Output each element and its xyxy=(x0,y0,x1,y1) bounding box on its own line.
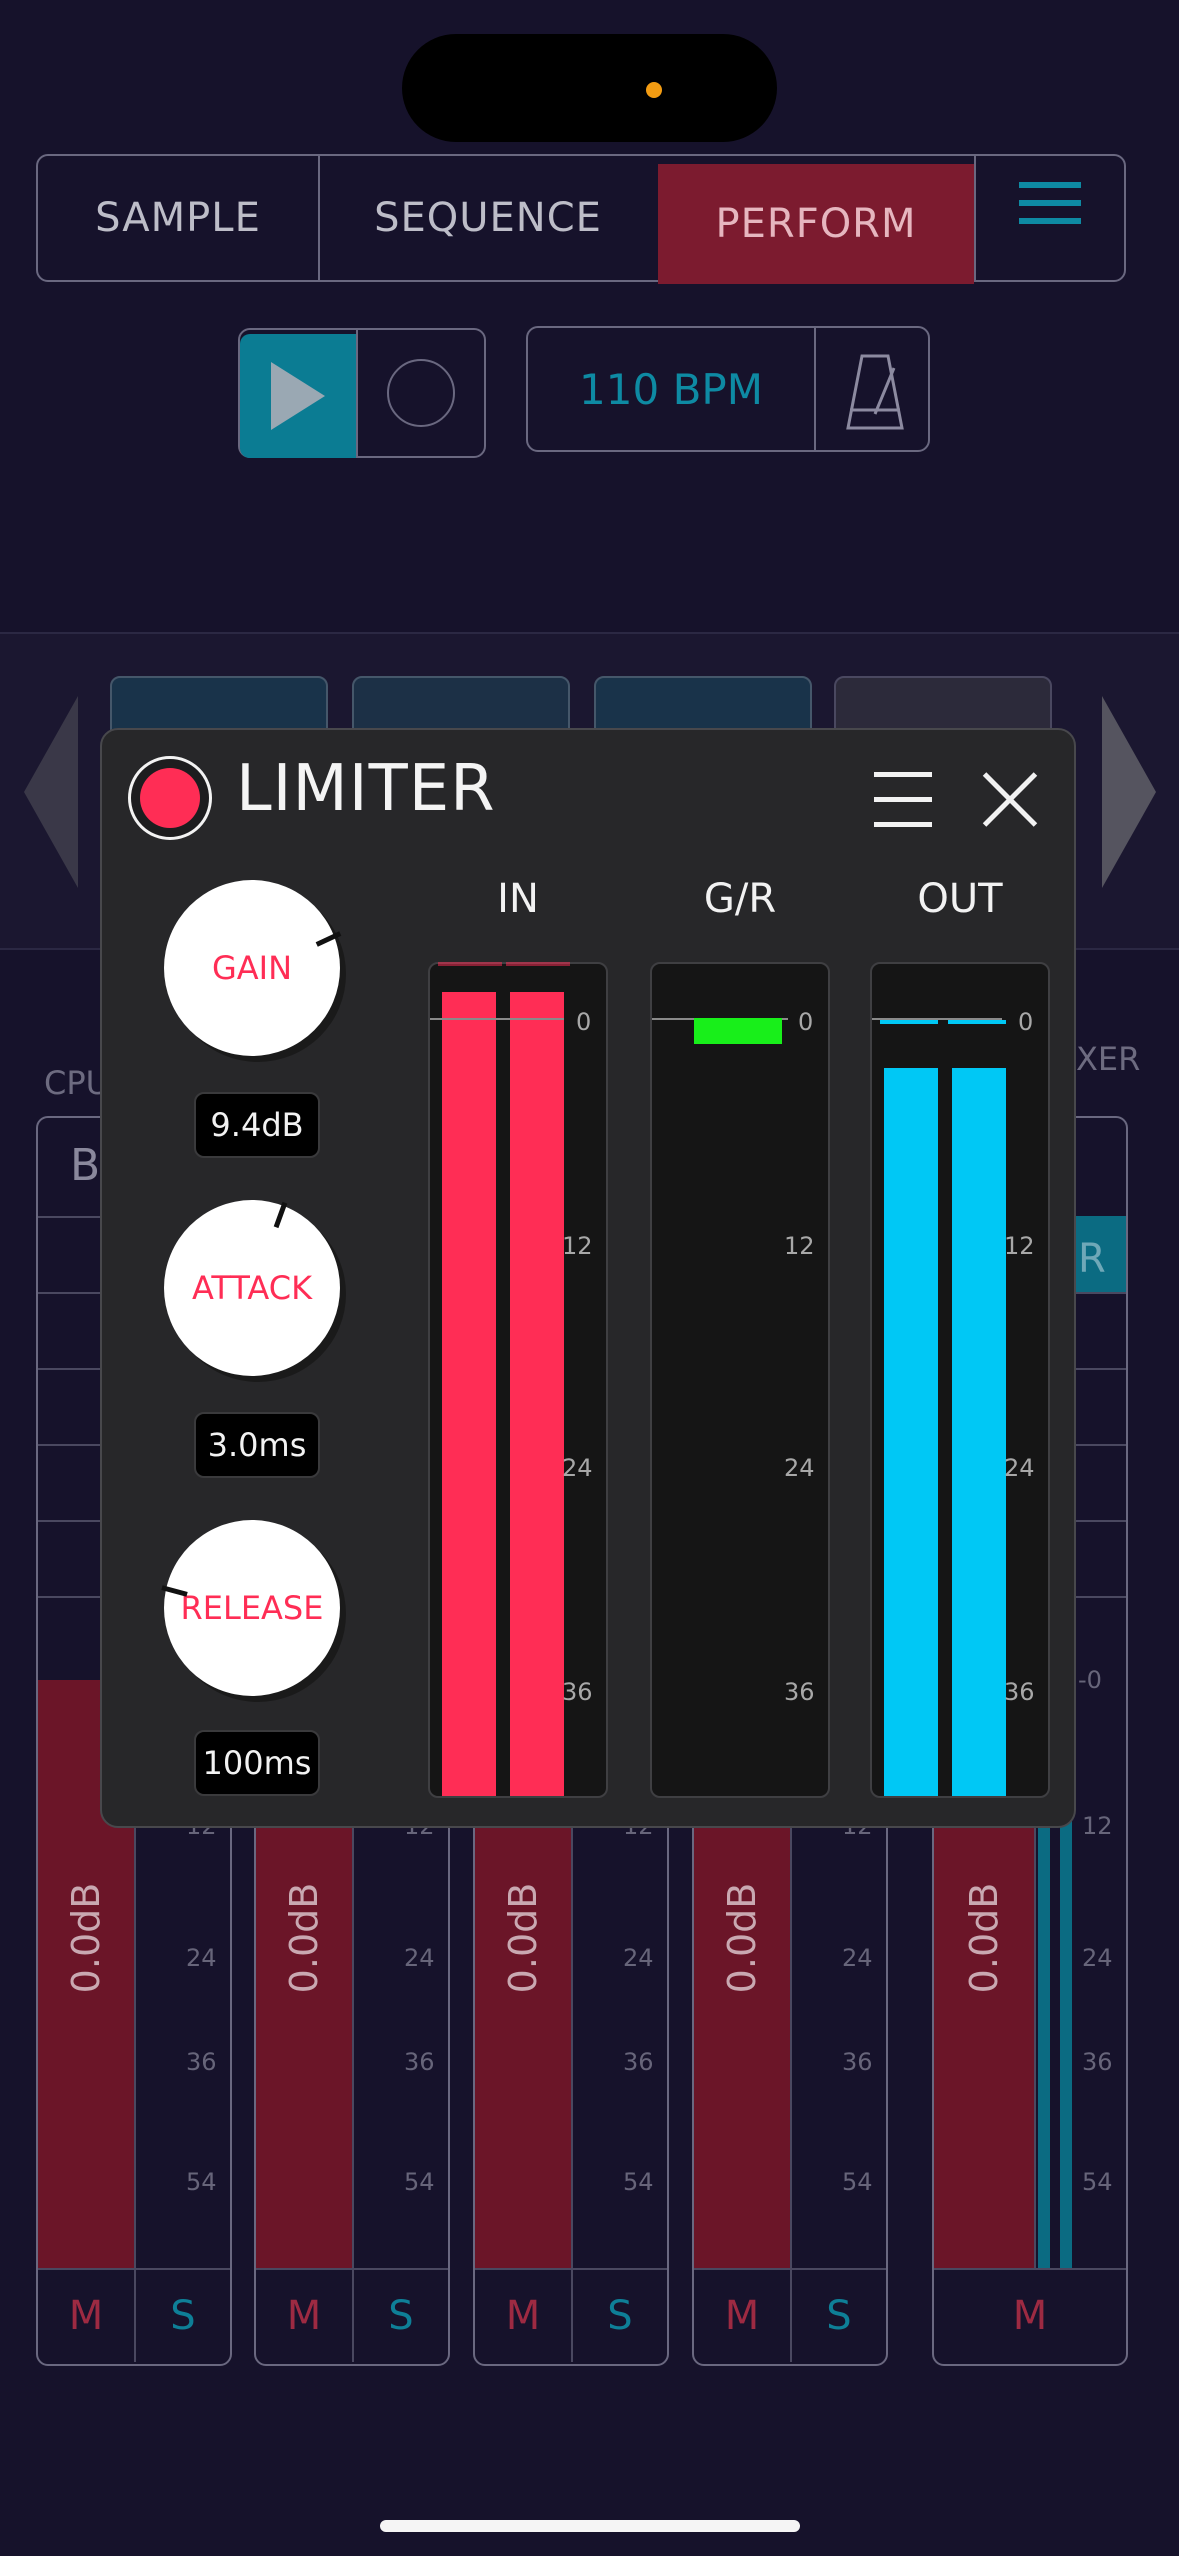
release-value[interactable]: 100ms xyxy=(194,1730,320,1796)
solo-button[interactable]: S xyxy=(573,2270,667,2362)
meter-tick-label: 24 xyxy=(784,1454,815,1482)
input-level-right xyxy=(510,992,564,1796)
level-tick-label: 54 xyxy=(623,2168,654,2196)
power-on-icon xyxy=(140,768,200,828)
level-tick-label: 12 xyxy=(1082,1812,1113,1840)
meter-label-gr: G/R xyxy=(703,876,777,922)
level-tick-label: 24 xyxy=(1082,1944,1113,1972)
meter-tick-label: 0 xyxy=(576,1008,592,1036)
gain-knob[interactable]: GAIN xyxy=(164,880,340,1056)
hamburger-menu-icon[interactable] xyxy=(976,170,1124,270)
mute-button[interactable]: M xyxy=(38,2270,134,2362)
mute-button[interactable]: M xyxy=(256,2270,352,2362)
level-tick-label: 24 xyxy=(623,1944,654,1972)
level-tick-label: 54 xyxy=(1082,2168,1113,2196)
play-button[interactable] xyxy=(240,334,356,458)
meter-tick-label: 24 xyxy=(562,1454,593,1482)
gain-reduction-level xyxy=(694,1018,782,1044)
meter-label-out: OUT xyxy=(917,876,1003,922)
record-icon xyxy=(387,359,455,427)
channel-volume-value: 0.0dB xyxy=(962,1882,1006,1994)
level-tick-label: -0 xyxy=(1078,1666,1102,1694)
meter-tick-label: 0 xyxy=(1018,1008,1034,1036)
level-tick-label: 24 xyxy=(186,1944,217,1972)
level-tick-label: 36 xyxy=(623,2048,654,2076)
meter-tick-label: 24 xyxy=(1004,1454,1035,1482)
prev-page-arrow-icon[interactable] xyxy=(24,696,78,888)
next-page-arrow-icon[interactable] xyxy=(1102,696,1156,888)
meter-tick-label: 12 xyxy=(784,1232,815,1260)
solo-button[interactable]: S xyxy=(354,2270,448,2362)
output-level-left xyxy=(884,1068,938,1796)
knob-label: ATTACK xyxy=(191,1269,313,1307)
level-tick-label: 24 xyxy=(842,1944,873,1972)
solo-button[interactable]: S xyxy=(136,2270,230,2362)
output-level-right xyxy=(952,1068,1006,1796)
release-knob[interactable]: RELEASE xyxy=(164,1520,340,1696)
metronome-icon[interactable] xyxy=(836,348,914,434)
level-tick-label: 54 xyxy=(186,2168,217,2196)
meter-tick-label: 0 xyxy=(798,1008,814,1036)
output-peak-hold xyxy=(948,1020,1006,1024)
bpm-display[interactable]: 110 BPM xyxy=(528,328,814,450)
level-tick-label: 54 xyxy=(404,2168,435,2196)
mute-button[interactable]: M xyxy=(694,2270,790,2362)
input-peak-hold xyxy=(438,962,502,966)
channel-volume-value: 0.0dB xyxy=(64,1882,108,1994)
gain-reduction-meter xyxy=(650,962,830,1798)
output-peak-hold xyxy=(880,1020,938,1024)
knob-label: GAIN xyxy=(211,949,293,987)
meter-tick-label: 12 xyxy=(1004,1232,1035,1260)
input-peak-hold xyxy=(506,962,570,966)
meter-tick-label: 36 xyxy=(562,1678,593,1706)
zero-db-line xyxy=(430,1018,564,1020)
input-level-left xyxy=(442,992,496,1796)
close-icon[interactable] xyxy=(980,770,1040,830)
dialog-title: LIMITER xyxy=(236,752,496,826)
solo-button[interactable]: S xyxy=(792,2270,886,2362)
play-icon xyxy=(271,362,325,430)
master-label-partial: R xyxy=(1078,1236,1106,1282)
channel-volume-value: 0.0dB xyxy=(501,1882,545,1994)
knob-label: RELEASE xyxy=(180,1589,324,1627)
tab-sample[interactable]: SAMPLE xyxy=(38,154,318,282)
attack-value[interactable]: 3.0ms xyxy=(194,1412,320,1478)
meter-tick-label: 36 xyxy=(1004,1678,1035,1706)
level-tick-label: 24 xyxy=(404,1944,435,1972)
meter-label-in: IN xyxy=(497,876,539,922)
meter-tick-label: 36 xyxy=(784,1678,815,1706)
level-tick-label: 36 xyxy=(1082,2048,1113,2076)
attack-knob[interactable]: ATTACK xyxy=(164,1200,340,1376)
tab-sequence[interactable]: SEQUENCE xyxy=(320,154,656,282)
mixer-label: XER xyxy=(1076,1040,1141,1078)
level-tick-label: 36 xyxy=(186,2048,217,2076)
tempo-divider xyxy=(814,328,816,450)
privacy-indicator-dot xyxy=(646,82,662,98)
meter-tick-label: 12 xyxy=(562,1232,593,1260)
channel-name-partial: B xyxy=(70,1140,101,1191)
preset-menu-icon[interactable] xyxy=(874,772,932,832)
channel-volume-value: 0.0dB xyxy=(720,1882,764,1994)
home-indicator xyxy=(380,2520,800,2532)
level-tick-label: 36 xyxy=(842,2048,873,2076)
dynamic-island xyxy=(402,34,777,142)
gain-value[interactable]: 9.4dB xyxy=(194,1092,320,1158)
tab-perform[interactable]: PERFORM xyxy=(658,164,974,284)
record-button[interactable] xyxy=(358,330,484,456)
level-tick-label: 54 xyxy=(842,2168,873,2196)
mute-button[interactable]: M xyxy=(934,2270,1126,2362)
mute-button[interactable]: M xyxy=(475,2270,571,2362)
level-tick-label: 36 xyxy=(404,2048,435,2076)
channel-volume-value: 0.0dB xyxy=(282,1882,326,1994)
